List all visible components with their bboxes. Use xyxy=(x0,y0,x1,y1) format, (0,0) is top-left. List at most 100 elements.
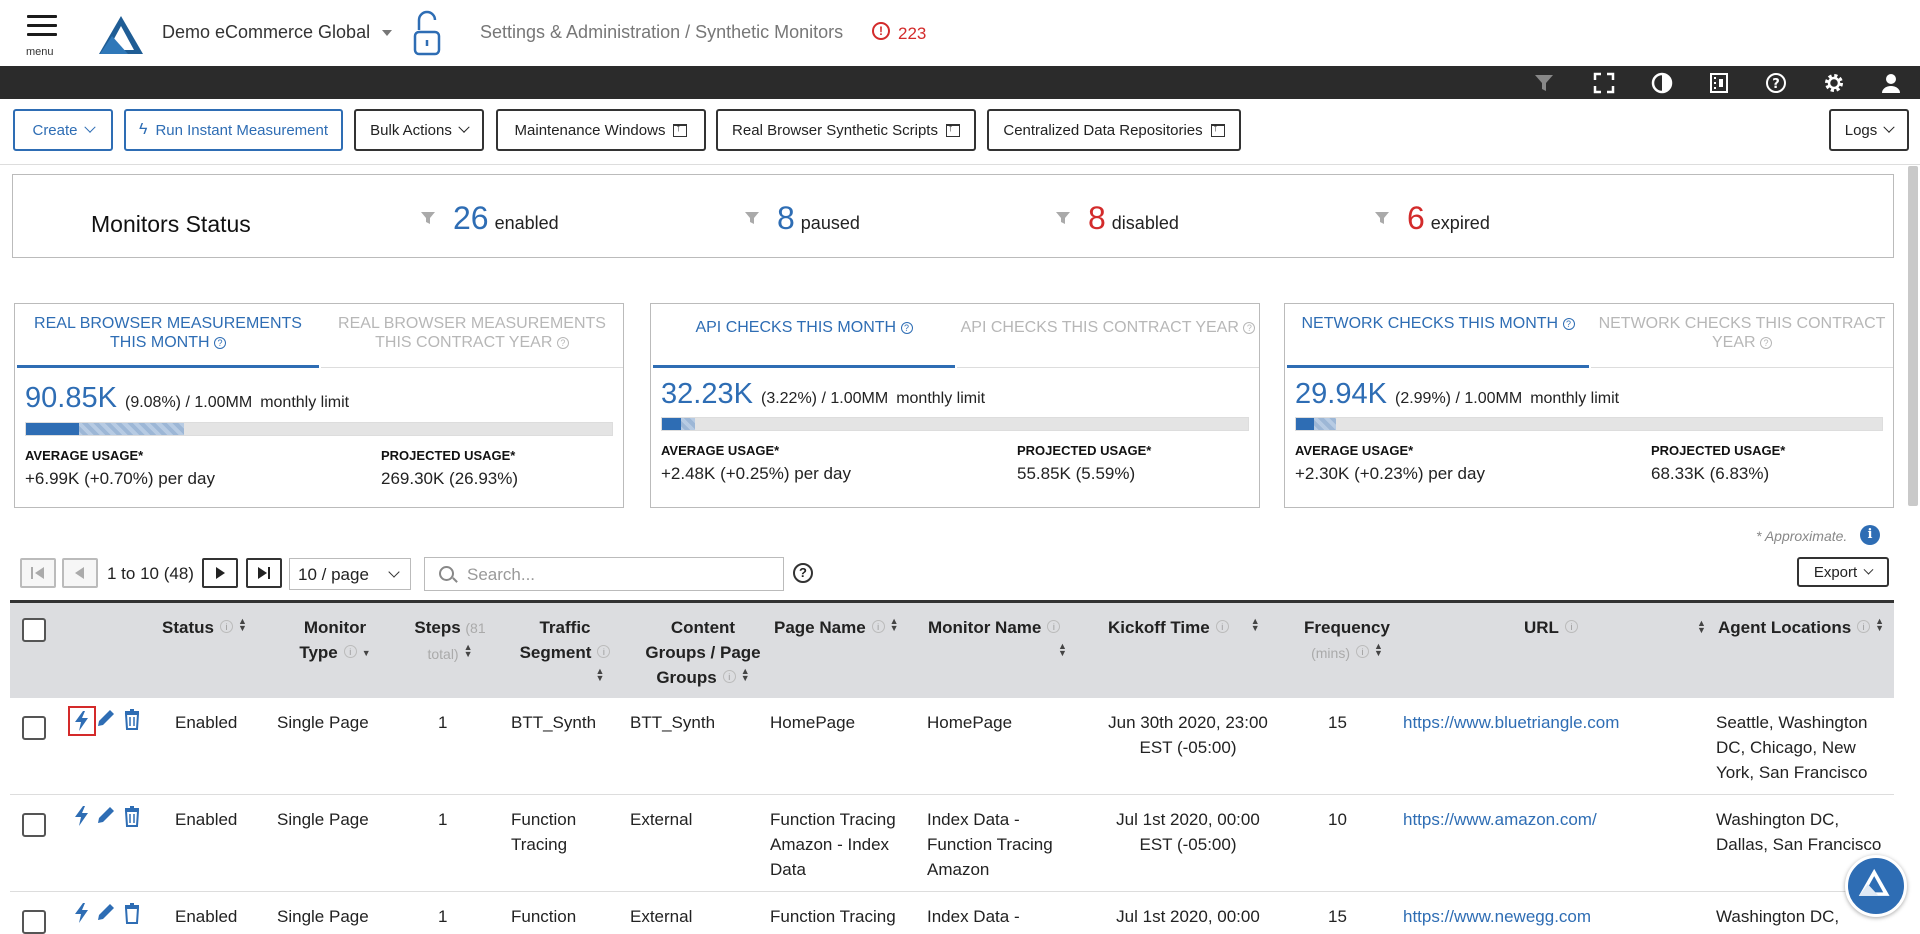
contrast-icon[interactable] xyxy=(1650,71,1674,95)
info-icon[interactable]: i xyxy=(722,670,736,683)
info-icon[interactable]: i xyxy=(871,620,885,633)
sort-icon[interactable]: ▲ ▼ xyxy=(1875,617,1884,633)
status-filter-enabled[interactable]: 26 enabled xyxy=(421,200,559,237)
next-page-button[interactable] xyxy=(202,558,238,588)
help-icon[interactable]: ? xyxy=(1243,322,1256,334)
delete-button[interactable] xyxy=(122,902,142,926)
data-repositories-button[interactable]: Centralized Data Repositories xyxy=(987,109,1241,151)
status-filter-disabled[interactable]: 8 disabled xyxy=(1056,200,1179,237)
run-now-button[interactable] xyxy=(72,902,92,926)
url-link[interactable]: https://www.amazon.com/ xyxy=(1403,807,1597,832)
info-icon[interactable]: i xyxy=(1215,620,1229,633)
sort-icon[interactable]: ▲ ▼ xyxy=(741,667,750,683)
select-all-checkbox[interactable] xyxy=(22,618,46,642)
edit-button[interactable] xyxy=(96,805,116,829)
table-row[interactable]: Enabled Single Page 1 Function Tracing Ex… xyxy=(10,795,1894,892)
sort-icon[interactable]: ▲ ▼ xyxy=(890,617,899,633)
tab-real-browser-month[interactable]: REAL BROWSER MEASUREMENTS THIS MONTH ? xyxy=(17,304,319,368)
settings-gear-icon[interactable] xyxy=(1822,71,1846,95)
previous-page-button[interactable] xyxy=(62,558,98,588)
tab-api-month[interactable]: API CHECKS THIS MONTH ? xyxy=(653,304,955,368)
column-header-status[interactable]: Status i ▲ ▼ xyxy=(162,615,247,640)
unlocked-icon[interactable] xyxy=(412,10,442,56)
synthetic-scripts-button[interactable]: Real Browser Synthetic Scripts xyxy=(716,109,976,151)
tab-label: NETWORK CHECKS THIS CONTRACT YEAR xyxy=(1598,315,1886,351)
export-button[interactable]: Export xyxy=(1797,557,1889,587)
info-icon[interactable]: i xyxy=(1564,620,1578,633)
delete-button[interactable] xyxy=(122,805,142,829)
edit-button[interactable] xyxy=(96,708,116,732)
per-page-select[interactable]: 10 / page xyxy=(289,558,411,590)
tenant-dropdown-icon[interactable] xyxy=(382,30,392,36)
search-help-icon[interactable]: ? xyxy=(793,563,813,583)
bulk-actions-button[interactable]: Bulk Actions xyxy=(354,109,484,151)
user-icon[interactable] xyxy=(1879,71,1903,95)
sort-icon[interactable]: ▲ ▼ xyxy=(238,617,247,633)
alert-count[interactable]: 223 xyxy=(898,24,926,44)
table-row[interactable]: Enabled Single Page 1 BTT_Synth BTT_Synt… xyxy=(10,698,1894,795)
help-icon[interactable]: ? xyxy=(900,322,913,334)
run-now-button[interactable] xyxy=(72,805,92,829)
column-header-monitor-type[interactable]: Monitor Type i ▼ xyxy=(270,615,400,665)
status-filter-expired[interactable]: 6 expired xyxy=(1375,200,1490,237)
info-icon[interactable]: i xyxy=(597,645,611,658)
run-now-button[interactable] xyxy=(68,706,96,736)
column-header-steps[interactable]: Steps (81 total) ▲ ▼ xyxy=(400,615,500,667)
video-icon[interactable] xyxy=(1707,71,1731,95)
status-filter-paused[interactable]: 8 paused xyxy=(745,200,860,237)
create-button[interactable]: Create xyxy=(13,109,113,151)
row-checkbox[interactable] xyxy=(22,813,46,837)
sort-icon[interactable]: ▲ ▼ xyxy=(596,667,605,683)
url-link[interactable]: https://www.newegg.com xyxy=(1403,904,1591,929)
run-instant-measurement-button[interactable]: ϟ Run Instant Measurement xyxy=(124,109,343,151)
tab-api-contract-year[interactable]: API CHECKS THIS CONTRACT YEAR ? xyxy=(957,304,1259,368)
search-input[interactable]: Search... xyxy=(424,557,784,591)
table-row[interactable]: Enabled Single Page 1 Function External … xyxy=(10,892,1894,934)
info-icon[interactable]: i xyxy=(1047,620,1061,633)
tab-real-browser-contract-year[interactable]: REAL BROWSER MEASUREMENTS THIS CONTRACT … xyxy=(321,304,623,368)
sort-icon[interactable]: ▼ xyxy=(362,649,371,658)
sort-icon[interactable]: ▲ ▼ xyxy=(1251,617,1260,633)
column-header-agent-locations[interactable]: Agent Locations i ▲ ▼ xyxy=(1718,615,1884,640)
company-logo[interactable] xyxy=(98,14,144,56)
tab-network-contract-year[interactable]: NETWORK CHECKS THIS CONTRACT YEAR ? xyxy=(1591,304,1893,368)
help-icon[interactable]: ? xyxy=(1760,337,1773,349)
column-header-frequency[interactable]: Frequency (mins) i ▲ ▼ xyxy=(1292,615,1402,666)
column-header-content-groups[interactable]: Content Groups / Page Groups i ▲ ▼ xyxy=(628,615,778,690)
menu-button[interactable]: menu xyxy=(24,12,60,58)
tenant-name[interactable]: Demo eCommerce Global xyxy=(162,22,370,43)
row-checkbox[interactable] xyxy=(22,716,46,740)
column-header-monitor-name[interactable]: Monitor Name i ▲ ▼ xyxy=(928,615,1084,665)
alert-icon[interactable]: ! xyxy=(872,22,890,40)
info-icon[interactable]: i xyxy=(1355,645,1369,658)
column-header-kickoff-time[interactable]: Kickoff Time i ▲ ▼ xyxy=(1108,615,1260,640)
fullscreen-icon[interactable] xyxy=(1592,71,1616,95)
url-link[interactable]: https://www.bluetriangle.com xyxy=(1403,710,1619,735)
info-icon[interactable]: i xyxy=(1860,525,1880,545)
help-icon[interactable]: ? xyxy=(214,337,226,349)
info-icon[interactable]: i xyxy=(1857,620,1871,633)
edit-button[interactable] xyxy=(96,902,116,926)
sort-icon[interactable]: ▲ ▼ xyxy=(1374,642,1383,658)
tab-network-month[interactable]: NETWORK CHECKS THIS MONTH ? xyxy=(1287,304,1589,368)
filter-icon[interactable] xyxy=(1532,71,1556,95)
column-header-url[interactable]: URL i xyxy=(1524,615,1578,640)
sort-icon[interactable]: ▲ ▼ xyxy=(464,643,473,659)
column-header-page-name[interactable]: Page Name i ▲ ▼ xyxy=(774,615,899,640)
column-header-traffic-segment[interactable]: Traffic Segment i ▲ ▼ xyxy=(500,615,630,690)
info-icon[interactable]: i xyxy=(343,645,357,658)
sort-icon[interactable]: ▲ ▼ xyxy=(1058,642,1067,658)
chat-launcher-button[interactable] xyxy=(1845,855,1907,917)
help-icon[interactable]: ? xyxy=(556,337,569,349)
help-icon[interactable]: ? xyxy=(1562,318,1575,330)
last-page-button[interactable] xyxy=(246,558,282,588)
row-checkbox[interactable] xyxy=(22,910,46,934)
delete-button[interactable] xyxy=(122,708,142,732)
maintenance-windows-button[interactable]: Maintenance Windows xyxy=(496,109,706,151)
scrollbar[interactable] xyxy=(1908,166,1918,506)
sort-icon[interactable]: ▲ ▼ xyxy=(1697,619,1706,635)
logs-button[interactable]: Logs xyxy=(1829,109,1909,151)
first-page-button[interactable] xyxy=(20,558,56,588)
info-icon[interactable]: i xyxy=(219,620,233,633)
help-icon[interactable]: ? xyxy=(1764,71,1788,95)
